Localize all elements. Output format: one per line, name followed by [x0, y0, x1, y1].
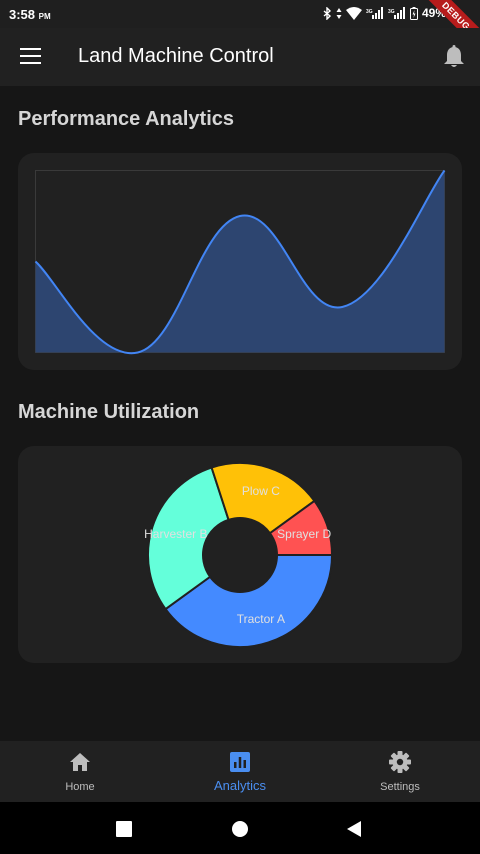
status-bar: 3:58 PM 3G 3G 49% DEBUG	[0, 0, 480, 58]
back-triangle-icon	[347, 821, 361, 837]
home-system-button[interactable]	[232, 821, 248, 837]
utilization-donut-chart: Tractor A Harvester B Plow C Sprayer D	[144, 462, 334, 648]
bottom-navigation: Home Analytics Settings	[0, 741, 480, 802]
recents-button[interactable]	[116, 821, 132, 837]
bluetooth-icon	[323, 6, 332, 20]
status-time: 3:58 PM	[9, 7, 51, 22]
nav-settings[interactable]: Settings	[320, 741, 480, 802]
signal-icon: 3G	[366, 7, 383, 19]
status-icons: 3G 3G 49%	[323, 6, 446, 20]
home-icon	[70, 753, 90, 771]
nav-label: Analytics	[213, 778, 267, 793]
analytics-icon	[230, 752, 250, 772]
wifi-icon	[345, 6, 362, 20]
app-bar: Land Machine Control	[0, 28, 480, 86]
menu-button[interactable]	[20, 48, 41, 66]
system-navigation-bar	[0, 802, 480, 854]
nav-label: Home	[65, 781, 95, 793]
nav-analytics[interactable]: Analytics	[160, 741, 320, 802]
nav-home[interactable]: Home	[0, 741, 160, 802]
chart-area-fill	[35, 170, 445, 354]
app-title: Land Machine Control	[78, 45, 274, 67]
utilization-section-title: Machine Utilization	[18, 401, 200, 423]
performance-card	[18, 153, 462, 370]
signal-icon: 3G	[388, 7, 405, 19]
data-arrows-icon	[336, 7, 342, 19]
performance-chart	[34, 169, 446, 355]
hamburger-icon	[20, 48, 41, 64]
bell-icon	[444, 45, 464, 67]
performance-section-title: Performance Analytics	[18, 108, 235, 130]
slice-label: Harvester B	[144, 527, 207, 541]
svg-text:3G: 3G	[388, 9, 395, 15]
utilization-card: Tractor A Harvester B Plow C Sprayer D	[18, 446, 462, 663]
slice-label: Plow C	[242, 484, 280, 498]
back-button[interactable]	[346, 820, 362, 838]
nav-label: Settings	[380, 781, 420, 793]
slice-label: Sprayer D	[277, 527, 331, 541]
slice-label: Tractor A	[237, 612, 285, 626]
notifications-button[interactable]	[442, 44, 466, 70]
svg-text:3G: 3G	[366, 9, 373, 15]
battery-icon	[409, 6, 418, 20]
gear-icon	[389, 751, 411, 773]
